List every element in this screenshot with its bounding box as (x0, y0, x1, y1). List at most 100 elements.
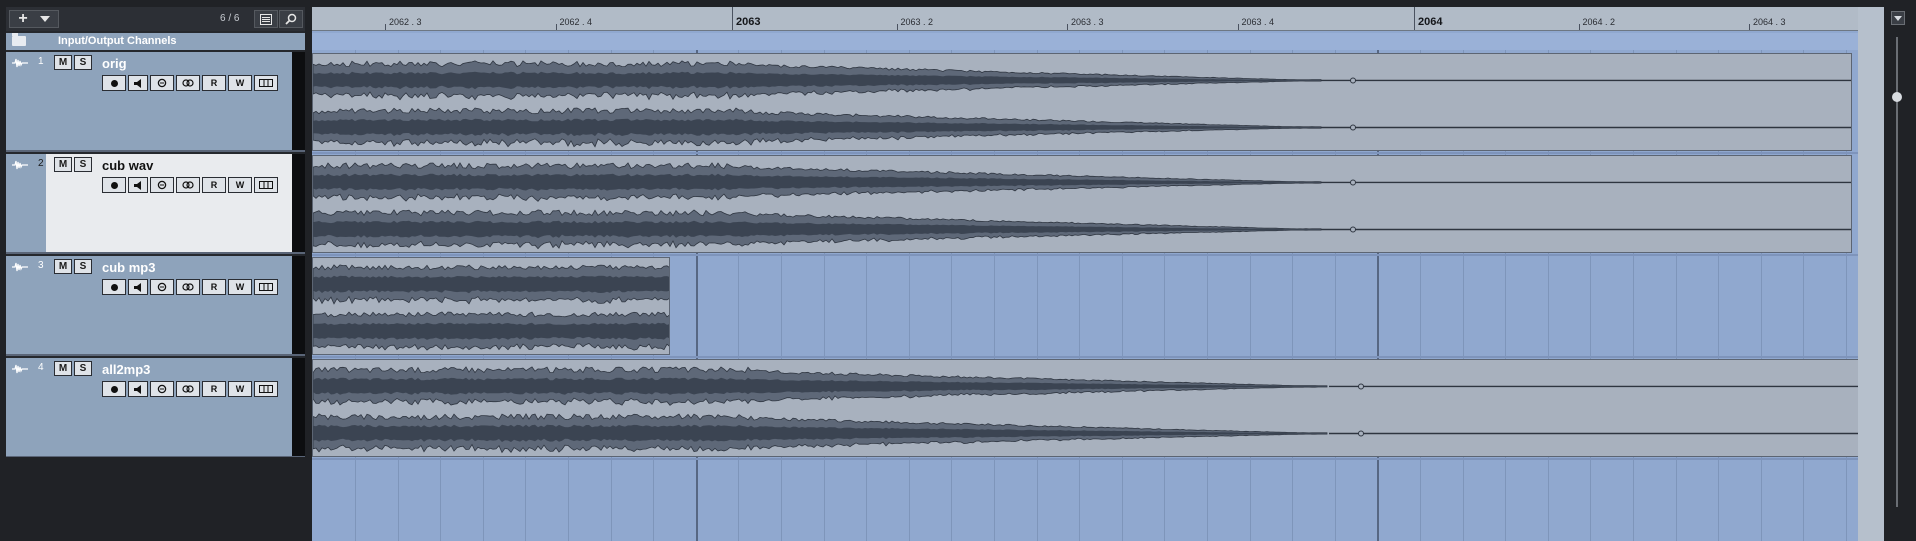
record-enable-button[interactable] (102, 381, 126, 397)
add-track-button[interactable]: + (9, 10, 59, 28)
link-icon (182, 79, 194, 87)
monitor-button[interactable] (128, 279, 148, 295)
track-meter (292, 52, 305, 150)
rack-icon (259, 181, 273, 189)
track-header-cub-wav[interactable]: 2 M Scub wav R W (6, 154, 305, 254)
edit-icon (157, 78, 167, 88)
record-enable-button[interactable] (102, 75, 126, 91)
lane-separator (312, 152, 1858, 154)
waveform (313, 366, 1858, 454)
edit-channel-settings-button[interactable] (150, 75, 174, 91)
audio-event-cub-mp3[interactable] (312, 257, 670, 355)
track-header-cub-mp3[interactable]: 3 M Scub mp3 R W (6, 256, 305, 356)
vertical-zoom-scrollbar[interactable] (1884, 7, 1916, 541)
lanes-button[interactable] (176, 75, 200, 91)
record-enable-button[interactable] (102, 279, 126, 295)
cubase-project-window: + 6 / 6 Input/Output Channels 1 M S orig… (0, 0, 1916, 541)
zoom-menu-button[interactable] (1891, 11, 1905, 25)
track-header-orig[interactable]: 1 M Sorig R W (6, 52, 305, 152)
ruler-label: 2062 . 4 (559, 17, 593, 27)
ruler-label: 2063 . 4 (1241, 17, 1275, 27)
edit-channel-settings-button[interactable] (150, 279, 174, 295)
edit-channel-settings-button[interactable] (150, 177, 174, 193)
speaker-icon (133, 282, 141, 292)
lane-separator (312, 254, 1858, 256)
ruler-label: 2064 (1418, 16, 1443, 28)
lanes-button[interactable] (176, 279, 200, 295)
ruler-tick (1414, 7, 1415, 30)
track-visibility-button[interactable] (254, 10, 278, 28)
ruler-label: 2064 . 3 (1753, 17, 1786, 27)
track-name[interactable]: orig (102, 56, 127, 71)
record-icon (110, 79, 118, 87)
ruler-tick (732, 7, 733, 30)
solo-button[interactable]: S (74, 361, 92, 376)
folder-lane (312, 33, 1858, 50)
folder-track-name: Input/Output Channels (58, 35, 177, 47)
write-automation-button[interactable]: W (228, 381, 252, 397)
ruler-tick (1578, 24, 1580, 30)
mute-button[interactable]: M (54, 157, 72, 172)
link-icon (182, 385, 194, 393)
record-icon (110, 385, 118, 393)
insert-rack-button[interactable] (254, 177, 278, 193)
audio-track-icon (12, 364, 28, 374)
track-name[interactable]: all2mp3 (102, 362, 150, 377)
link-icon (182, 181, 194, 189)
record-enable-button[interactable] (102, 177, 126, 193)
ruler[interactable]: 2062 . 3 2062 . 4 2063 2063 . 2 2063 . 3 2063… (312, 7, 1858, 31)
write-automation-button[interactable]: W (228, 177, 252, 193)
track-name[interactable]: cub wav (102, 158, 153, 173)
search-icon (285, 13, 297, 25)
monitor-button[interactable] (128, 75, 148, 91)
mute-button[interactable]: M (54, 259, 72, 274)
track-number: 2 (38, 158, 44, 169)
audio-event-orig[interactable] (312, 53, 1852, 151)
lanes-button[interactable] (176, 381, 200, 397)
solo-button[interactable]: S (74, 259, 92, 274)
write-automation-button[interactable]: W (228, 75, 252, 91)
solo-button[interactable]: S (74, 157, 92, 172)
read-automation-button[interactable]: R (202, 279, 226, 295)
track-controls: RW (102, 381, 280, 397)
ruler-label: 2063 . 2 (900, 17, 934, 27)
insert-rack-button[interactable] (254, 279, 278, 295)
scroll-thumb[interactable] (1892, 92, 1902, 102)
track-meter (292, 358, 305, 456)
insert-rack-button[interactable] (254, 381, 278, 397)
monitor-button[interactable] (128, 177, 148, 193)
ruler-label: 2064 . 2 (1582, 17, 1616, 27)
audio-event-cub-wav[interactable] (312, 155, 1852, 253)
mute-button[interactable]: M (54, 55, 72, 70)
mute-button[interactable]: M (54, 361, 72, 376)
track-number: 4 (38, 362, 44, 373)
insert-rack-button[interactable] (254, 75, 278, 91)
track-number: 3 (38, 260, 44, 271)
read-automation-button[interactable]: R (202, 75, 226, 91)
track-count: 6 / 6 (220, 13, 240, 24)
audio-event-all2mp3[interactable] (312, 359, 1858, 457)
chevron-down-icon (39, 16, 50, 22)
track-name[interactable]: cub mp3 (102, 260, 155, 275)
folder-icon (12, 33, 26, 46)
read-automation-button[interactable]: R (202, 381, 226, 397)
track-controls: RW (102, 177, 280, 193)
edit-icon (157, 282, 167, 292)
edit-icon (157, 180, 167, 190)
write-automation-button[interactable]: W (228, 279, 252, 295)
rack-icon (259, 283, 273, 291)
track-header-all2mp3[interactable]: 4 M Sall2mp3 R W (6, 358, 305, 458)
search-button[interactable] (279, 10, 303, 28)
edit-channel-settings-button[interactable] (150, 381, 174, 397)
ruler-label: 2062 . 3 (389, 17, 422, 27)
read-automation-button[interactable]: R (202, 177, 226, 193)
speaker-icon (133, 180, 141, 190)
lanes-button[interactable] (176, 177, 200, 193)
ruler-label: 2063 . 3 (1071, 17, 1104, 27)
scroll-track[interactable] (1896, 37, 1898, 507)
event-display[interactable]: 2062 . 3 2062 . 4 2063 2063 . 2 2063 . 3 2063… (312, 7, 1858, 541)
audio-track-icon (12, 160, 28, 170)
monitor-button[interactable] (128, 381, 148, 397)
solo-button[interactable]: S (74, 55, 92, 70)
folder-track-input-output[interactable]: Input/Output Channels (6, 33, 305, 50)
